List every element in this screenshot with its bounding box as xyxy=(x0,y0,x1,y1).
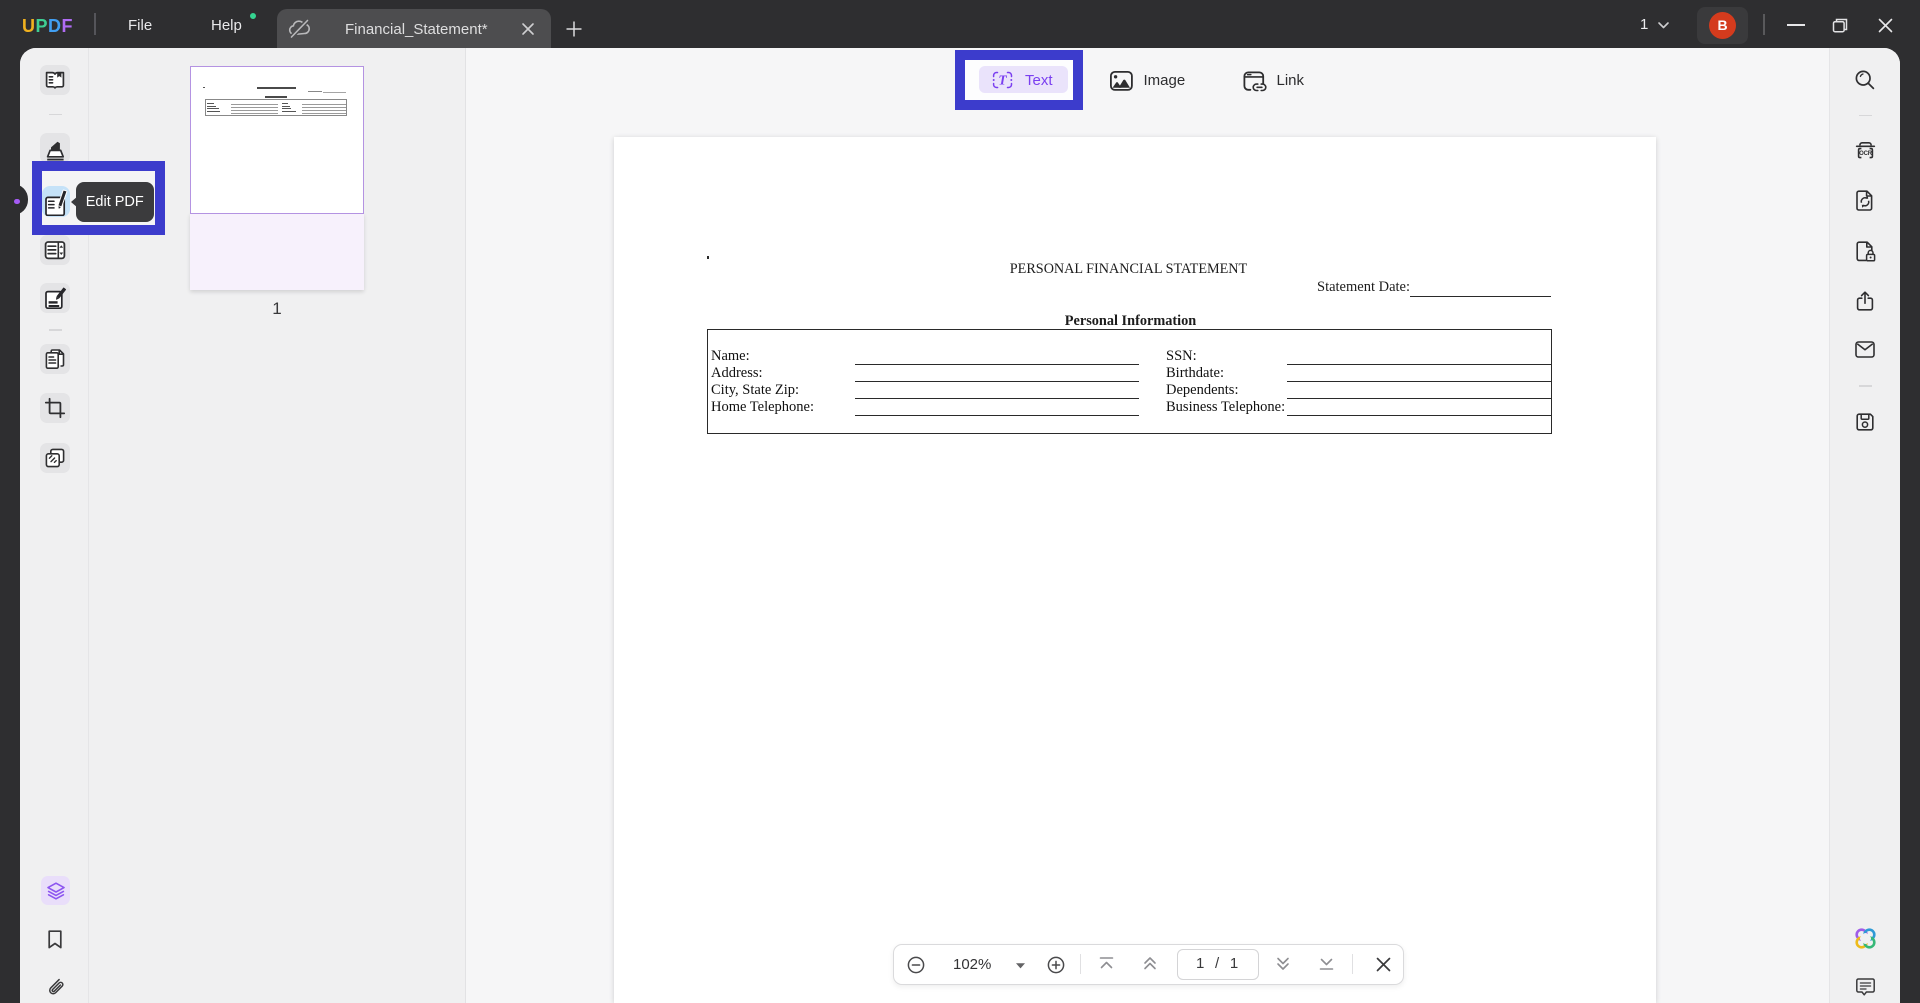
svg-text:T: T xyxy=(998,72,1007,87)
svg-text:OCR: OCR xyxy=(1859,151,1873,157)
